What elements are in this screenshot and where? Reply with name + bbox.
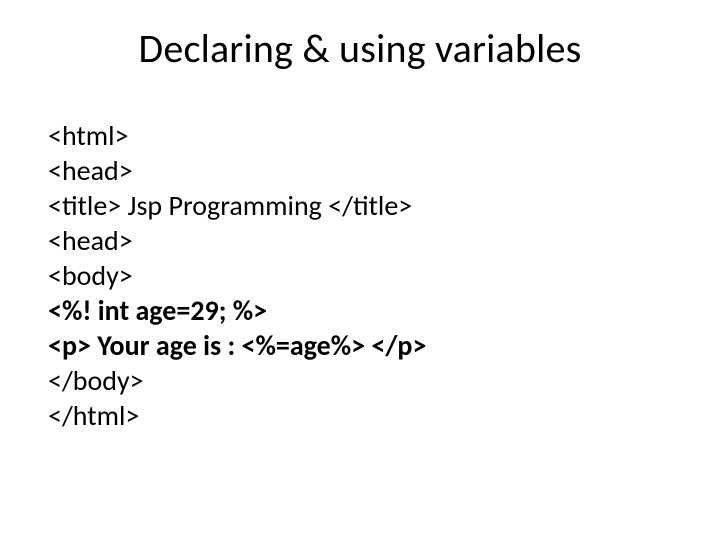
code-line: <html> <box>48 118 426 153</box>
code-line: </html> <box>48 398 426 433</box>
code-line: <p> Your age is : <%=age%> </p> <box>48 328 426 363</box>
slide: Declaring & using variables <html><head>… <box>0 0 720 540</box>
code-line: </body> <box>48 363 426 398</box>
slide-title: Declaring & using variables <box>0 24 720 73</box>
code-line: <body> <box>48 258 426 293</box>
code-line: <%! int age=29; %> <box>48 293 426 328</box>
code-line: <head> <box>48 153 426 188</box>
code-block: <html><head><title> Jsp Programming </ti… <box>48 118 426 433</box>
code-line: <head> <box>48 223 426 258</box>
code-line: <title> Jsp Programming </title> <box>48 188 426 223</box>
